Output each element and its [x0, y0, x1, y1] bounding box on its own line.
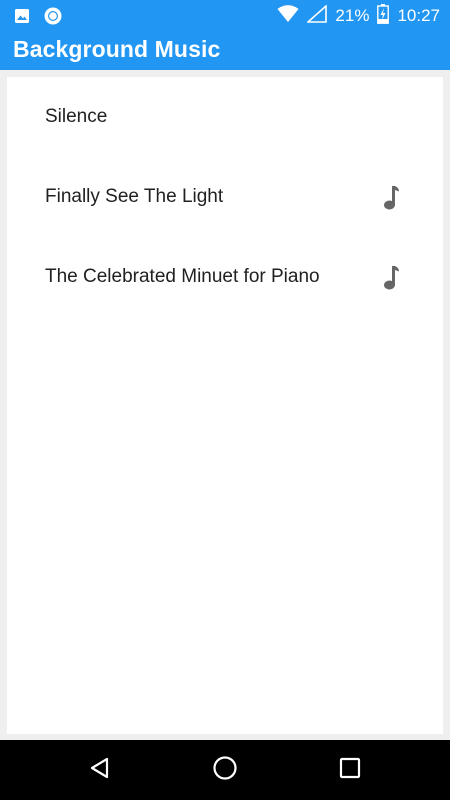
image-icon [14, 8, 30, 29]
list-item-label: Finally See The Light [45, 186, 224, 207]
list-item-label: The Celebrated Minuet for Piano [45, 266, 320, 287]
status-bar: 21% 10:27 [0, 0, 450, 32]
clock: 10:27 [397, 6, 440, 25]
battery-percentage: 21% [335, 6, 370, 25]
list-item-label: Silence [45, 106, 108, 127]
wifi-icon [277, 4, 299, 28]
list-item-celebrated-minuet[interactable]: The Celebrated Minuet for Piano [7, 237, 443, 317]
list-item-silence[interactable]: Silence [7, 77, 443, 157]
music-list: Silence Finally See The Light The Celebr… [7, 77, 443, 734]
status-left [14, 7, 62, 30]
signal-icon [306, 3, 328, 28]
screen: 21% 10:27 Background Music Silence Final… [0, 0, 450, 800]
app-bar: Background Music [0, 32, 450, 70]
recents-button[interactable] [335, 755, 365, 785]
navigation-bar [0, 740, 450, 800]
list-item-finally-see-the-light[interactable]: Finally See The Light [7, 157, 443, 237]
battery-charging-icon [377, 3, 390, 29]
back-button[interactable] [85, 755, 115, 785]
music-note-icon [382, 185, 400, 211]
circle-notification-icon [44, 7, 62, 30]
back-icon [88, 756, 112, 785]
home-button[interactable] [210, 755, 240, 785]
page-title: Background Music [13, 36, 221, 62]
music-note-icon [382, 265, 400, 291]
status-right: 21% 10:27 [277, 3, 440, 29]
home-icon [212, 755, 238, 786]
recents-icon [339, 757, 361, 784]
